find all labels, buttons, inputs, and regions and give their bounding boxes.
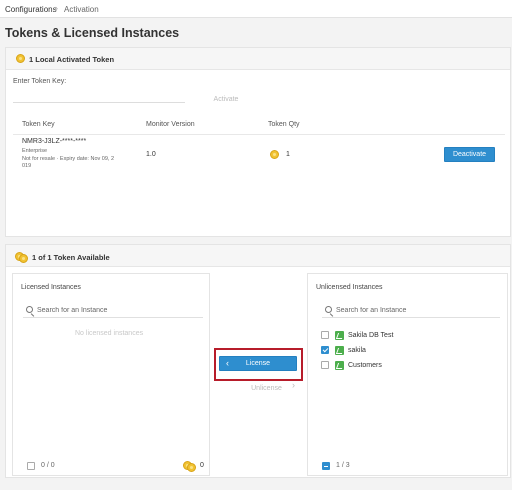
- instance-name: Customers: [348, 362, 382, 369]
- token-coin-icon: [16, 54, 25, 63]
- unlicensed-search: [322, 304, 500, 318]
- database-icon: [335, 361, 344, 370]
- local-tokens-title: 1 Local Activated Token: [29, 55, 115, 64]
- search-icon: [325, 306, 332, 313]
- license-button-label: License: [245, 360, 271, 367]
- table-header-divider: [13, 134, 505, 135]
- licensed-empty-text: No licensed instances: [75, 330, 144, 337]
- instance-checkbox[interactable]: [321, 346, 329, 354]
- licensed-token-count: 0: [200, 462, 204, 469]
- list-item[interactable]: Customers: [308, 359, 507, 373]
- page-title: Tokens & Licensed Instances: [5, 26, 180, 40]
- activate-button[interactable]: Activate: [206, 93, 246, 105]
- unlicensed-instances-title: Unlicensed Instances: [316, 284, 383, 291]
- token-qty-coin-icon: [270, 150, 279, 159]
- unlicense-button-label: Unlicense: [251, 384, 282, 392]
- token-terms-cont: 019: [22, 163, 32, 169]
- available-tokens-panel: 1 of 1 Token Available Licensed Instance…: [5, 244, 511, 478]
- available-tokens-header: 1 of 1 Token Available: [6, 245, 510, 267]
- instance-name: sakila: [348, 347, 366, 354]
- unlicensed-select-all-checkbox[interactable]: [322, 462, 330, 470]
- licensed-coin-icon-2: [187, 463, 196, 472]
- instance-checkbox[interactable]: [321, 361, 329, 369]
- token-qty-value: 1: [286, 151, 290, 158]
- database-icon: [335, 331, 344, 340]
- instance-checkbox[interactable]: [321, 331, 329, 339]
- chevron-left-icon: ‹: [226, 358, 229, 368]
- unlicensed-search-input[interactable]: [336, 305, 486, 316]
- column-token-qty: Token Qty: [268, 121, 300, 128]
- local-tokens-panel: 1 Local Activated Token Enter Token Key:…: [5, 47, 511, 237]
- token-terms: Not for resale · Expiry date: Nov 09, 2: [22, 156, 115, 162]
- licensed-search: [23, 304, 203, 318]
- coin-stack-icon-2: [19, 254, 28, 263]
- licensed-count: 0 / 0: [41, 462, 55, 469]
- licensed-instances-title: Licensed Instances: [21, 284, 81, 291]
- chevron-right-icon: ›: [292, 380, 295, 390]
- token-key-input[interactable]: [13, 91, 185, 103]
- monitor-version-value: 1.0: [146, 151, 156, 158]
- licensed-instances-panel: Licensed Instances No licensed instances…: [12, 273, 210, 476]
- instance-name: Sakila DB Test: [348, 332, 394, 339]
- search-icon: [26, 306, 33, 313]
- unlicense-button[interactable]: Unlicense ›: [234, 380, 299, 395]
- licensed-search-input[interactable]: [37, 305, 187, 316]
- breadcrumb-configurations[interactable]: Configurations: [5, 5, 57, 14]
- breadcrumb-activation: Activation: [64, 5, 99, 14]
- unlicensed-instances-panel: Unlicensed Instances Sakila DB Test saki…: [307, 273, 508, 476]
- unlicensed-count: 1 / 3: [336, 462, 350, 469]
- database-icon: [335, 346, 344, 355]
- token-key-value: NMR3-J3LZ-****-****: [22, 138, 87, 145]
- token-edition: Enterprise: [22, 148, 48, 154]
- breadcrumb-separator-icon: ›: [55, 3, 58, 13]
- list-item[interactable]: sakila: [308, 344, 507, 358]
- breadcrumb: Configurations › Activation: [0, 0, 512, 18]
- available-tokens-title: 1 of 1 Token Available: [32, 253, 110, 262]
- licensed-select-all-checkbox[interactable]: [27, 462, 35, 470]
- enter-token-label: Enter Token Key:: [13, 78, 67, 85]
- deactivate-button[interactable]: Deactivate: [444, 147, 495, 162]
- local-tokens-header: 1 Local Activated Token: [6, 48, 510, 70]
- license-button[interactable]: ‹ License: [219, 356, 297, 371]
- list-item[interactable]: Sakila DB Test: [308, 329, 507, 343]
- column-monitor-version: Monitor Version: [146, 121, 195, 128]
- column-token-key: Token Key: [22, 121, 55, 128]
